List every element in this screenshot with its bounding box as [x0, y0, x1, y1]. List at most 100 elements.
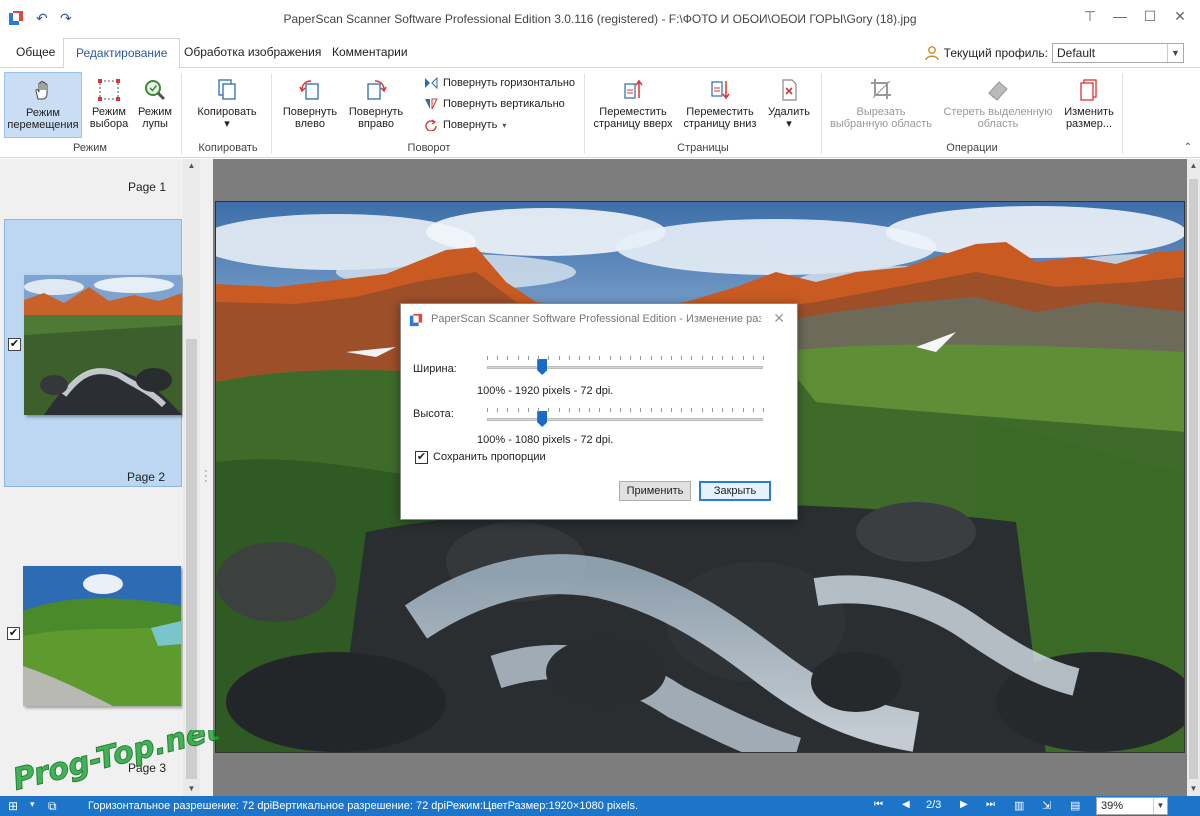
move-page-down-label-2: страницу вниз [683, 118, 757, 130]
fit-page-icon[interactable]: ⇲ [1042, 799, 1051, 812]
ribbon: Режим перемещения Режим выбора Режим луп… [0, 68, 1200, 158]
slider-thumb[interactable] [537, 411, 548, 427]
page-3-checkbox[interactable]: ✔ [7, 627, 20, 640]
slider-tick [660, 408, 662, 412]
rotate-right-button[interactable]: Повернуть вправо [344, 72, 408, 138]
slider-tick [660, 356, 662, 360]
crop-selection-button[interactable]: Вырезать выбранную область [828, 72, 934, 138]
slider-thumb[interactable] [537, 359, 548, 375]
scrollbar-thumb[interactable] [1189, 179, 1198, 779]
slider-tick [558, 408, 560, 412]
zoom-dropdown[interactable]: 39% ▼ [1096, 797, 1168, 815]
last-page-icon[interactable]: ⏭ [986, 799, 995, 810]
rotate-right-icon [367, 80, 387, 100]
actual-size-icon[interactable]: ▥ [1014, 799, 1024, 812]
first-page-icon[interactable]: ⏮ [874, 799, 883, 810]
slider-tick [487, 408, 488, 412]
next-page-icon[interactable]: ▶ [960, 799, 968, 810]
scroll-down-arrow-icon[interactable]: ▼ [1187, 784, 1200, 793]
scrollbar-thumb[interactable] [186, 339, 197, 779]
tab-image-processing[interactable]: Обработка изображения [172, 38, 333, 68]
move-page-up-label-2: страницу вверх [593, 118, 673, 130]
group-label-operations: Операции [946, 142, 998, 154]
slider-tick [487, 356, 488, 360]
slider-tick [630, 356, 632, 360]
slider-tick [711, 356, 713, 360]
status-bar: ⊞ ▾ ⧉ Горизонтальное разрешение: 72 dpiВ… [0, 796, 1200, 816]
close-dialog-button[interactable]: Закрыть [699, 481, 771, 501]
rotate-dropdown-button[interactable]: Повернуть ▾ [424, 116, 506, 134]
scroll-up-arrow-icon[interactable]: ▲ [1187, 161, 1200, 170]
page-item-1[interactable]: Page 1 [4, 159, 182, 217]
slider-tick [619, 356, 621, 360]
close-button[interactable]: ✕ [1168, 8, 1192, 25]
previous-page-icon[interactable]: ◀ [902, 799, 910, 810]
zoom-mode-label: Режим [138, 106, 172, 118]
flip-vertical-button[interactable]: Повернуть вертикально [424, 95, 565, 113]
group-label-copy: Копировать [198, 142, 258, 154]
ribbon-display-icon[interactable]: ⊤ [1078, 8, 1102, 25]
page-label: Page 2 [126, 470, 165, 484]
page-item-2[interactable]: ✔ Page 2 [4, 219, 182, 487]
crop-icon [871, 79, 891, 99]
scroll-down-arrow-icon[interactable]: ▼ [183, 784, 200, 793]
slider-tick [650, 408, 652, 412]
profile-value: Default [1057, 46, 1096, 60]
fit-width-icon[interactable]: ▤ [1070, 799, 1080, 812]
scroll-up-arrow-icon[interactable]: ▲ [183, 161, 200, 170]
resize-label: Изменить [1064, 106, 1114, 118]
width-slider[interactable] [487, 356, 764, 376]
slider-tick [568, 408, 570, 412]
flip-vertical-label: Повернуть вертикально [443, 98, 565, 110]
flip-horizontal-button[interactable]: Повернуть горизонтально [424, 74, 575, 92]
select-mode-button[interactable]: Режим выбора [86, 72, 132, 138]
viewer-scrollbar[interactable]: ▲ ▼ [1187, 159, 1200, 796]
keep-ratio-checkbox[interactable]: ✔ [415, 451, 428, 464]
slider-tick [763, 356, 764, 360]
erase-selection-button[interactable]: Стереть выделенную область [938, 72, 1058, 138]
page-indicator: 2/3 [926, 799, 942, 811]
slider-tick [640, 408, 642, 412]
rotate-right-label: Повернуть [348, 106, 404, 118]
slider-tick [548, 356, 550, 360]
dialog-close-icon[interactable]: ✕ [773, 310, 785, 327]
delete-button[interactable]: Удалить ▾ [762, 72, 816, 138]
rotate-left-button[interactable]: Повернуть влево [278, 72, 342, 138]
tab-editing[interactable]: Редактирование [63, 38, 181, 69]
layout-icon[interactable]: ⊞ [8, 799, 18, 813]
pages-icon[interactable]: ⧉ [48, 799, 57, 814]
tab-comments[interactable]: Комментарии [320, 38, 420, 68]
group-label-pages: Страницы [677, 142, 729, 154]
resize-button[interactable]: Изменить размер... [1060, 72, 1118, 138]
panel-splitter[interactable]: · · · [200, 159, 213, 796]
slider-tick [701, 356, 703, 360]
move-page-up-button[interactable]: Переместить страницу вверх [590, 72, 676, 138]
maximize-button[interactable]: ☐ [1138, 8, 1162, 25]
erase-label: Стереть выделенную [943, 106, 1053, 118]
move-page-down-button[interactable]: Переместить страницу вниз [680, 72, 760, 138]
minimize-button[interactable]: — [1108, 8, 1132, 24]
page-item-3[interactable]: ✔ Page 3 [4, 539, 182, 789]
profile-dropdown[interactable]: Default ▼ [1052, 43, 1184, 63]
chevron-down-icon: ▼ [1167, 44, 1183, 62]
width-label: Ширина: [413, 363, 457, 375]
zoom-mode-button[interactable]: Режим лупы [134, 72, 176, 138]
move-mode-button[interactable]: Режим перемещения [4, 72, 82, 138]
app-logo-icon [409, 313, 423, 327]
collapse-ribbon-icon[interactable]: ⌃ [1184, 142, 1192, 153]
slider-tick [517, 356, 519, 360]
thumbnails-scrollbar[interactable]: ▲ ▼ [183, 159, 200, 796]
apply-button[interactable]: Применить [619, 481, 691, 501]
slider-tick [517, 408, 519, 412]
copy-button[interactable]: Копировать ▾ [190, 72, 264, 138]
delete-icon [782, 79, 797, 101]
copy-dropdown-arrow: ▾ [224, 118, 230, 130]
height-slider[interactable] [487, 408, 764, 428]
chevron-down-icon[interactable]: ▾ [30, 799, 35, 810]
eraser-icon [988, 81, 1008, 101]
page-2-checkbox[interactable]: ✔ [8, 338, 21, 351]
slider-tick [671, 408, 672, 412]
tab-general[interactable]: Общее [4, 38, 67, 68]
copy-label: Копировать [197, 106, 257, 118]
ribbon-separator [821, 74, 822, 154]
